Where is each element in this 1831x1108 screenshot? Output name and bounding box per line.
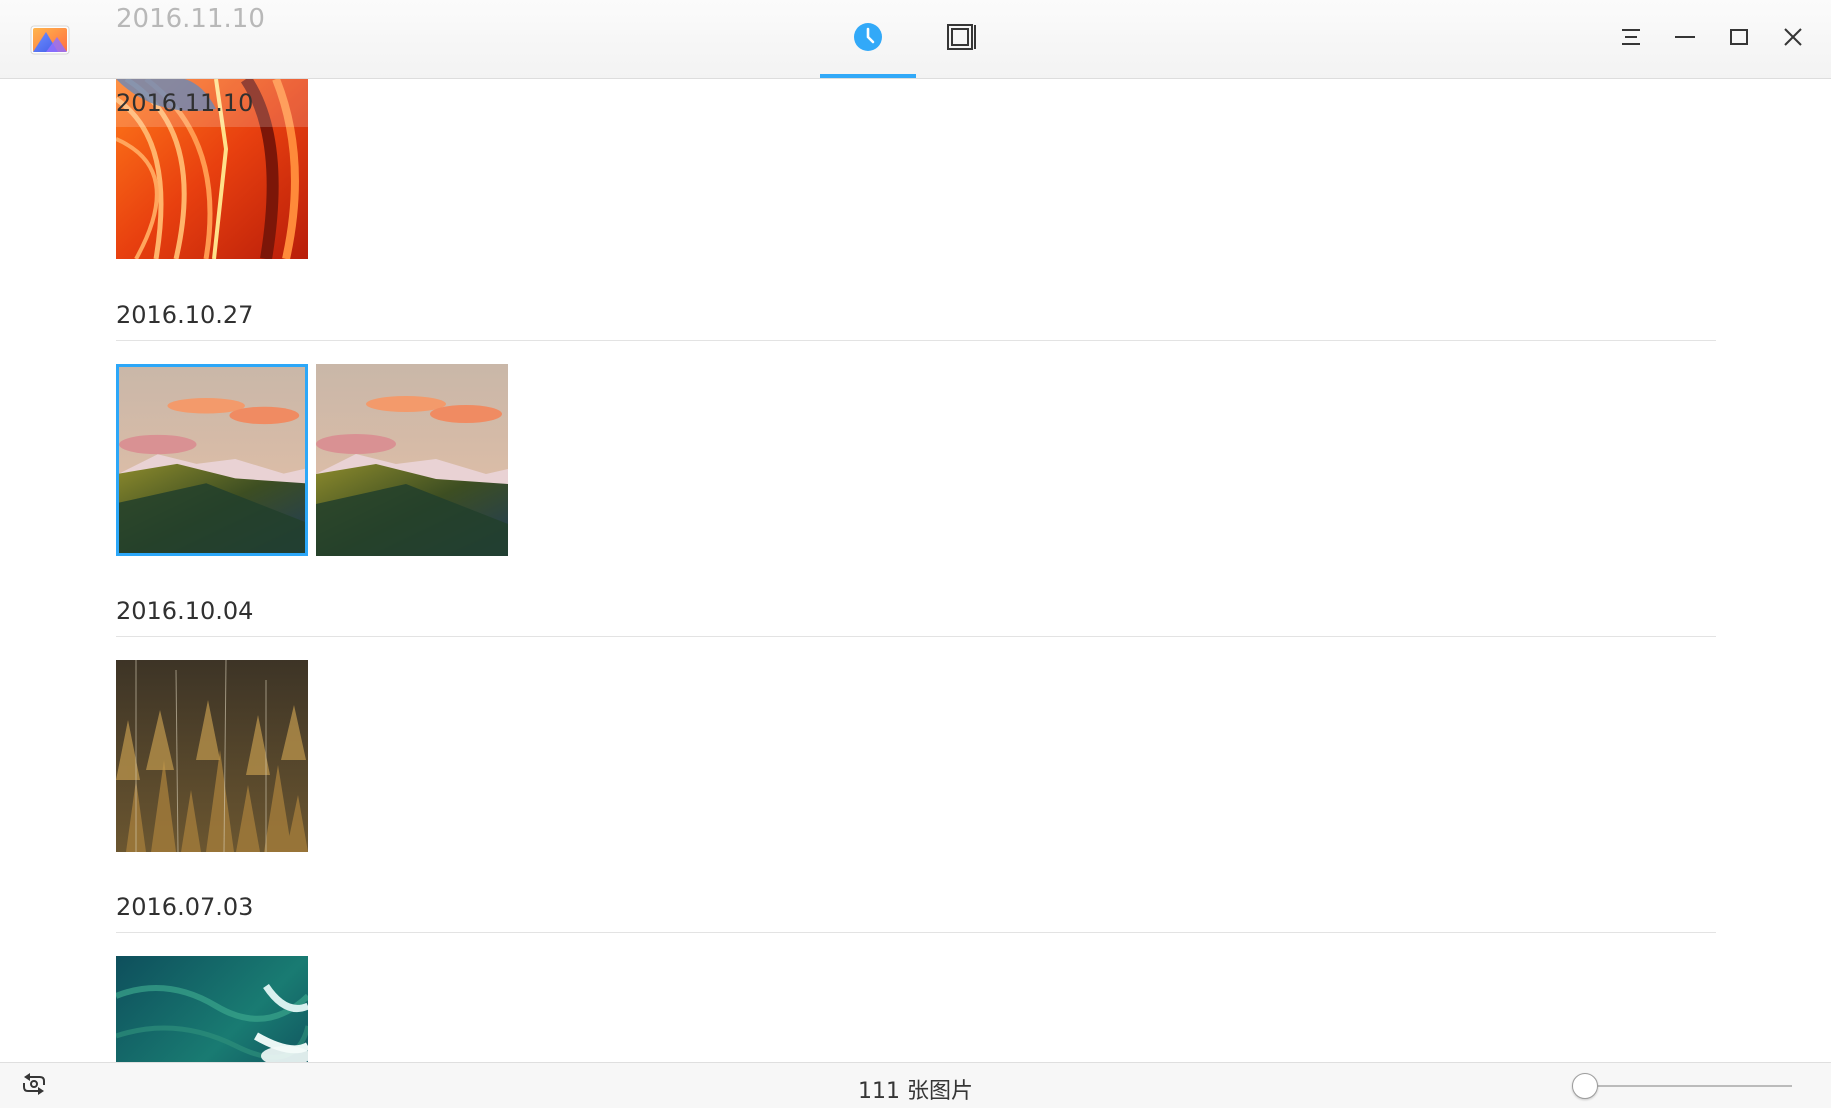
date-label: 2016.10.04 (116, 597, 254, 625)
slider-track (1572, 1085, 1792, 1087)
maximize-icon (1728, 27, 1750, 51)
slider-handle[interactable] (1572, 1073, 1598, 1099)
date-separator (116, 932, 1716, 933)
close-button[interactable] (1770, 16, 1816, 62)
photo-thumbnail[interactable] (116, 660, 308, 852)
tab-timeline[interactable] (820, 0, 916, 78)
menu-icon (1620, 27, 1642, 51)
date-label: 2016.07.03 (116, 893, 254, 921)
close-icon (1782, 26, 1804, 52)
app-logo-icon (30, 24, 70, 56)
photo-thumbnail[interactable] (316, 364, 508, 556)
thumbnail-size-slider[interactable] (1572, 1073, 1792, 1099)
title-bar (0, 0, 1831, 79)
photo-thumbnail-selected[interactable] (116, 364, 308, 556)
status-bar: 111 张图片 (0, 1062, 1831, 1108)
date-separator (116, 636, 1716, 637)
photo-thumbnail[interactable] (116, 956, 308, 1062)
tab-albums[interactable] (914, 0, 1010, 78)
date-separator (116, 340, 1716, 341)
minimize-button[interactable] (1662, 16, 1708, 62)
timeline-view[interactable]: 2016.11.10 2016.10.27 2016.10.04 2016.07… (0, 79, 1831, 1062)
menu-button[interactable] (1608, 16, 1654, 62)
date-header-overlay: 2016.11.10 (116, 79, 308, 127)
photo-count-label: 111 张图片 (858, 1079, 973, 1104)
minimize-icon (1674, 27, 1696, 51)
active-tab-indicator (820, 74, 916, 78)
clock-icon (853, 22, 883, 56)
album-icon (946, 22, 978, 56)
date-label: 2016.10.27 (116, 301, 254, 329)
photo-thumbnail[interactable]: 2016.11.10 (116, 79, 308, 259)
maximize-button[interactable] (1716, 16, 1762, 62)
